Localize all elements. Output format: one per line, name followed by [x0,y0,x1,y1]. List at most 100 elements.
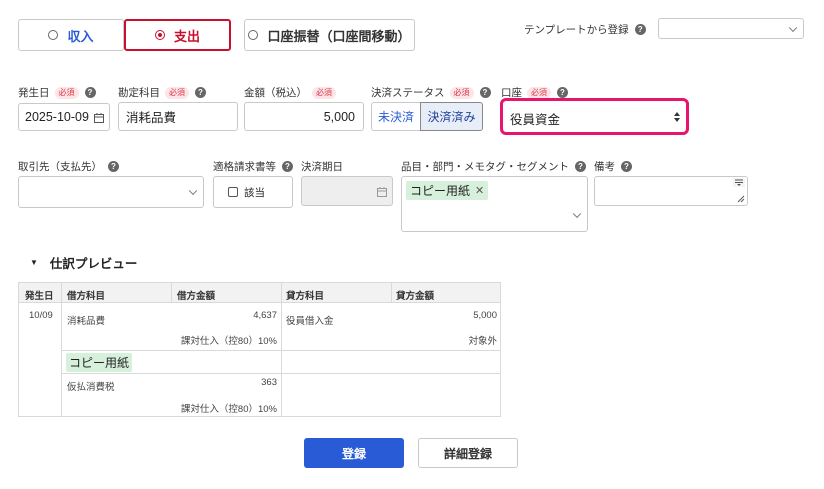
header-debit-amount: 借方金額 [177,291,216,302]
header-date: 発生日 [25,291,54,302]
status-unpaid-label: 未決済 [377,110,414,124]
tag-chip: コピー用紙 ✕ [406,181,489,200]
register-button-label: 登録 [341,446,366,461]
divider [171,283,172,303]
help-icon[interactable]: ? [195,87,206,98]
preview-tag-label: コピー用紙 [69,356,130,370]
amount-label: 金額（税込） [244,87,307,99]
wallet-select[interactable]: 役員資金 [500,98,689,135]
status-toggle: 未決済 決済済み [371,102,483,131]
invoice-checkbox-field[interactable]: 該当 [213,176,293,208]
partner-label: 取引先（支払先） [18,161,102,173]
note-label-row: 備考 ? [594,159,632,174]
status-unpaid-button[interactable]: 未決済 [371,102,420,131]
divider [62,350,500,351]
menu-icon[interactable] [733,178,745,187]
journal-preview-table: 発生日 借方科目 借方金額 貸方科目 貸方金額 10/09 消耗品費 4,637… [18,282,501,417]
account-value: 消耗品費 [126,111,177,125]
debit-account: 仮払消費税 [67,382,115,393]
credit-amount: 5,000 [473,310,497,321]
tag-chip-label: コピー用紙 [410,184,471,198]
help-icon[interactable]: ? [479,87,491,98]
radio-icon [48,30,59,40]
help-icon[interactable]: ? [575,161,586,172]
account-label-row: 勘定科目 必須 ? [118,85,206,100]
tags-label-row: 品目・部門・メモタグ・セグメント ? [401,159,586,174]
credit-tax: 対象外 [468,336,497,347]
divider [62,373,500,374]
debit-amount: 363 [261,377,277,388]
checkbox[interactable] [228,187,238,197]
template-label: テンプレートから登録 [524,24,629,36]
chevron-down-icon [572,209,582,219]
tab-transfer-label: 口座振替（口座間移動） [267,28,411,44]
debit-amount: 4,637 [253,310,277,321]
resize-handle-icon[interactable] [737,195,745,203]
tags-select[interactable]: コピー用紙 ✕ [401,176,588,232]
amount-label-row: 金額（税込） 必須 [244,85,336,100]
partner-select[interactable] [18,176,204,208]
tab-expense-label: 支出 [173,28,200,44]
debit-account: 消耗品費 [67,316,106,327]
detail-register-button[interactable]: 詳細登録 [418,438,518,468]
note-label: 備考 [594,161,615,173]
calendar-icon [377,187,387,197]
help-icon[interactable]: ? [621,161,632,172]
status-label-row: 決済ステータス 必須 ? [371,85,491,100]
caret-down-icon: ▼ [30,258,38,267]
credit-account: 役員借入金 [286,316,334,327]
required-badge: 必須 [449,86,474,99]
help-icon[interactable]: ? [84,87,96,98]
detail-register-button-label: 詳細登録 [443,446,492,461]
partner-label-row: 取引先（支払先） ? [18,159,119,174]
due-date-input [301,176,393,206]
chevron-down-icon [788,23,798,32]
help-icon[interactable]: ? [282,161,293,172]
date-label-row: 発生日 必須 ? [18,85,96,100]
tab-transfer[interactable]: 口座振替（口座間移動） [244,19,415,51]
divider [391,283,392,303]
header-debit-account: 借方科目 [67,291,106,302]
help-icon[interactable]: ? [634,24,646,35]
template-label-row: テンプレートから登録 ? [524,22,646,37]
tab-expense[interactable]: 支出 [124,19,231,51]
updown-arrow-icon [674,112,680,122]
tags-label: 品目・部門・メモタグ・セグメント [401,161,569,173]
due-label-row: 決済期日 [301,159,343,174]
required-badge: 必須 [54,86,79,99]
invoice-checkbox-label: 該当 [244,186,265,199]
tab-income-label: 収入 [67,28,94,44]
radio-icon [154,30,165,40]
account-input[interactable]: 消耗品費 [118,102,238,131]
row-date: 10/09 [29,310,53,321]
wallet-value: 役員資金 [510,113,561,127]
help-icon[interactable]: ? [557,87,568,98]
date-label: 発生日 [18,87,50,99]
status-label: 決済ステータス [371,87,445,99]
template-select[interactable] [658,18,804,39]
help-icon[interactable]: ? [108,161,119,172]
date-value: 2025-10-09 [25,110,89,124]
invoice-label-row: 適格請求書等 ? [213,159,293,174]
register-button[interactable]: 登録 [304,438,404,468]
tab-income[interactable]: 収入 [18,19,124,51]
status-paid-label: 決済済み [427,110,476,124]
amount-value: 5,000 [323,109,355,124]
debit-tax: 課対仕入（控80）10% [180,336,277,347]
required-badge: 必須 [312,86,336,99]
debit-tax: 課対仕入（控80）10% [180,404,277,415]
radio-icon [248,30,259,40]
date-input[interactable]: 2025-10-09 [18,103,110,131]
header-credit-amount: 貸方金額 [396,291,435,302]
calendar-icon[interactable] [94,113,104,123]
due-label: 決済期日 [301,161,343,173]
preview-tag-chip: コピー用紙 [66,353,133,372]
required-badge: 必須 [165,86,189,99]
amount-input[interactable]: 5,000 [244,102,364,131]
note-textarea[interactable] [594,176,748,206]
status-paid-button[interactable]: 決済済み [420,102,483,131]
required-badge: 必須 [527,86,551,99]
close-icon[interactable]: ✕ [475,184,484,197]
account-label: 勘定科目 [118,87,160,99]
preview-toggle[interactable]: ▼ 仕訳プレビュー [30,253,137,272]
